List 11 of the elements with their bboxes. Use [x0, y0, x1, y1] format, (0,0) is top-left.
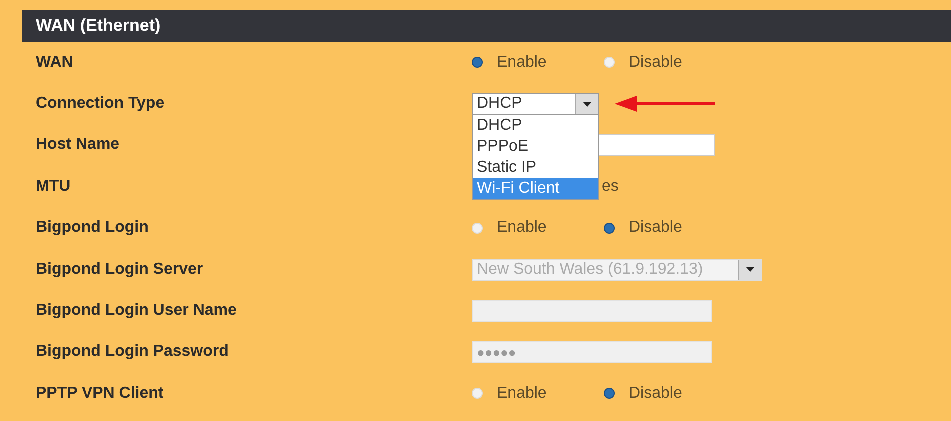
field-label: Host Name	[35, 136, 121, 154]
field-label: PPTP VPN Client	[35, 384, 165, 403]
field-label: MTU	[35, 178, 72, 196]
section-title: WAN (Ethernet)	[36, 16, 161, 36]
field-label: Bigpond Login Server	[35, 260, 204, 279]
field-label: WAN	[35, 54, 74, 72]
field-label: Bigpond Login	[35, 219, 150, 238]
field-label: Bigpond Login Password	[35, 343, 230, 362]
field-label: Bigpond Login User Name	[35, 302, 238, 320]
unit-text: es	[602, 178, 619, 196]
field-label: Connection Type	[35, 95, 166, 114]
